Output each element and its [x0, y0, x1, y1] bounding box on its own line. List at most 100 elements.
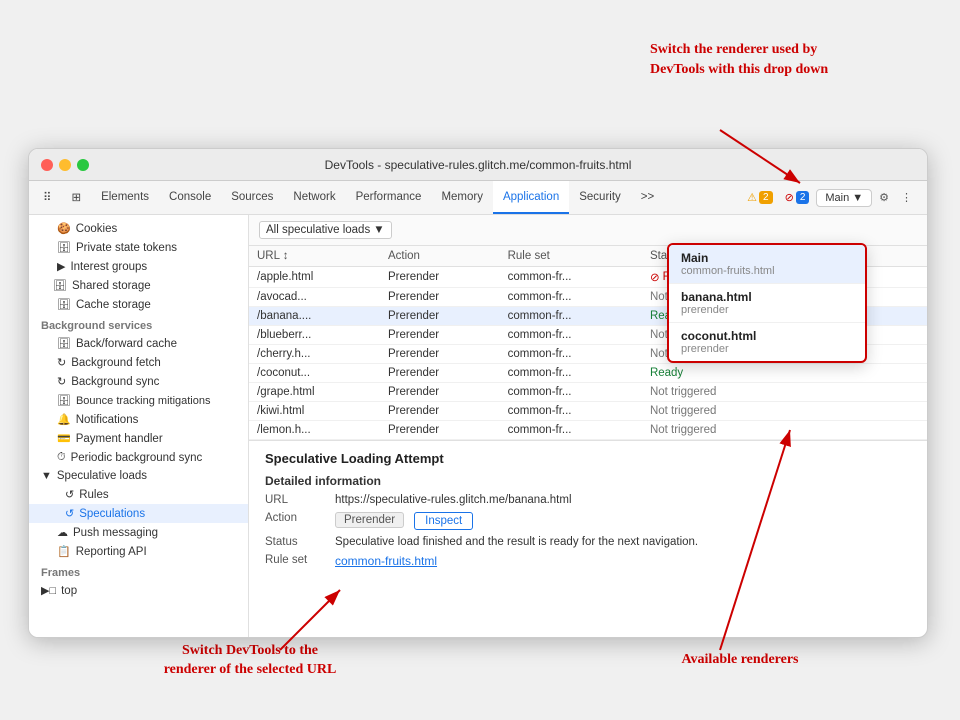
detail-label-action: Action [265, 512, 325, 524]
tab-hamburger[interactable]: ⠿ [33, 181, 61, 214]
sidebar-item-top-frame[interactable]: ▶□ top [29, 581, 248, 600]
sidebar-item-background-fetch[interactable]: ↻ Background fetch [29, 353, 248, 372]
cell-ruleset: common-fr... [500, 421, 642, 440]
sidebar-item-background-sync[interactable]: ↻ Background sync [29, 372, 248, 391]
tab-performance[interactable]: Performance [346, 181, 432, 214]
cell-action: Prerender [380, 402, 500, 421]
detail-label-ruleset: Rule set [265, 554, 325, 566]
sidebar-section-frames: Frames [29, 561, 248, 581]
tab-memory[interactable]: Memory [431, 181, 493, 214]
cell-url: /avocad... [249, 288, 380, 307]
cell-ruleset: common-fr... [500, 307, 642, 326]
sidebar-item-interest-groups[interactable]: ▶ Interest groups [29, 257, 248, 276]
tab-application[interactable]: Application [493, 181, 569, 214]
sidebar-item-back-forward[interactable]: 🗄 Back/forward cache [29, 334, 248, 353]
close-button[interactable] [41, 159, 53, 171]
tab-inspect-icon[interactable]: ⊞ [61, 181, 91, 214]
tab-elements[interactable]: Elements [91, 181, 159, 214]
cell-url: /lemon.h... [249, 421, 380, 440]
settings-icon[interactable]: ⚙ [874, 189, 894, 206]
sidebar-item-speculative-loads[interactable]: ▼ Speculative loads [29, 467, 248, 485]
col-header-action[interactable]: Action [380, 246, 500, 267]
renderer-name-coconut: coconut.html [681, 329, 853, 343]
sidebar-item-rules[interactable]: ↺ Rules [29, 485, 248, 504]
cell-ruleset: common-fr... [500, 364, 642, 383]
tab-network[interactable]: Network [283, 181, 345, 214]
detail-action-prerender: Prerender [335, 512, 404, 528]
cell-url: /apple.html [249, 267, 380, 288]
table-row[interactable]: /kiwi.htmlPrerendercommon-fr...Not trigg… [249, 402, 927, 421]
renderer-item-main[interactable]: Main common-fruits.html [669, 245, 865, 284]
annotation-bottom-left: Switch DevTools to the renderer of the s… [140, 641, 360, 680]
cell-ruleset: common-fr... [500, 402, 642, 421]
cell-action: Prerender [380, 345, 500, 364]
sidebar-item-payment-handler[interactable]: 💳 Payment handler [29, 429, 248, 448]
detail-value-url: https://speculative-rules.glitch.me/bana… [335, 494, 572, 506]
sidebar-item-cookies[interactable]: 🍪 Cookies [29, 219, 248, 238]
col-header-url[interactable]: URL ↕ [249, 246, 380, 267]
cell-action: Prerender [380, 421, 500, 440]
renderer-name-main: Main [681, 251, 853, 265]
annotation-top-right: Switch the renderer used by DevTools wit… [650, 40, 910, 79]
cell-ruleset: common-fr... [500, 288, 642, 307]
table-row[interactable]: /coconut...Prerendercommon-fr...Ready [249, 364, 927, 383]
cell-status: Not triggered [642, 402, 927, 421]
tab-console[interactable]: Console [159, 181, 221, 214]
inspect-button[interactable]: Inspect [414, 512, 473, 530]
sidebar-item-speculations[interactable]: ↺ Speculations [29, 504, 248, 523]
detail-label-status: Status [265, 536, 325, 548]
devtools-window: DevTools - speculative-rules.glitch.me/c… [28, 148, 928, 638]
main-layout: 🍪 Cookies 🗄 Private state tokens ▶ Inter… [29, 215, 927, 638]
cell-url: /grape.html [249, 383, 380, 402]
cell-url: /banana.... [249, 307, 380, 326]
title-bar: DevTools - speculative-rules.glitch.me/c… [29, 149, 927, 181]
cell-action: Prerender [380, 364, 500, 383]
detail-value-status: Speculative load finished and the result… [335, 536, 698, 548]
renderer-sub-coconut: prerender [681, 343, 853, 355]
detail-row-url: URL https://speculative-rules.glitch.me/… [265, 494, 911, 506]
table-row[interactable]: /lemon.h...Prerendercommon-fr...Not trig… [249, 421, 927, 440]
cell-action: Prerender [380, 326, 500, 345]
renderer-name-banana: banana.html [681, 290, 853, 304]
renderer-popup: Main common-fruits.html banana.html prer… [667, 243, 867, 363]
tab-bar: ⠿ ⊞ Elements Console Sources Network Per… [29, 181, 927, 215]
error-badge[interactable]: ⊘ 2 [780, 189, 815, 206]
detail-panel: Speculative Loading Attempt Detailed inf… [249, 440, 927, 638]
sidebar-item-notifications[interactable]: 🔔 Notifications [29, 410, 248, 429]
cell-action: Prerender [380, 288, 500, 307]
more-options-icon[interactable]: ⋮ [896, 189, 917, 206]
cell-ruleset: common-fr... [500, 326, 642, 345]
detail-row-action: Action Prerender Inspect [265, 512, 911, 530]
cell-action: Prerender [380, 267, 500, 288]
detail-row-ruleset: Rule set common-fruits.html [265, 554, 911, 568]
col-header-ruleset[interactable]: Rule set [500, 246, 642, 267]
minimize-button[interactable] [59, 159, 71, 171]
sidebar-item-private-state[interactable]: 🗄 Private state tokens [29, 238, 248, 257]
filter-dropdown[interactable]: All speculative loads ▼ [259, 221, 392, 239]
sidebar-item-bounce-tracking[interactable]: 🗄 Bounce tracking mitigations [29, 391, 248, 410]
warning-badge[interactable]: ⚠ 2 [742, 189, 777, 206]
sidebar-item-reporting-api[interactable]: 📋 Reporting API [29, 542, 248, 561]
sidebar-section-bg-services: Background services [29, 314, 248, 334]
filter-bar: All speculative loads ▼ [249, 215, 927, 246]
sidebar-item-periodic-sync[interactable]: ⏱ Periodic background sync [29, 448, 248, 467]
sidebar-item-push-messaging[interactable]: ☁ Push messaging [29, 523, 248, 542]
renderer-item-banana[interactable]: banana.html prerender [669, 284, 865, 323]
maximize-button[interactable] [77, 159, 89, 171]
detail-title: Speculative Loading Attempt [265, 451, 911, 466]
annotation-bottom-right: Available renderers [650, 650, 830, 670]
tab-icons: ⚠ 2 ⊘ 2 Main ▼ ⚙ ⋮ [736, 181, 923, 214]
detail-link-ruleset[interactable]: common-fruits.html [335, 554, 437, 568]
sidebar-item-cache-storage[interactable]: 🗄 Cache storage [29, 295, 248, 314]
content-area: All speculative loads ▼ URL ↕ Action Rul… [249, 215, 927, 638]
cell-url: /blueberr... [249, 326, 380, 345]
cell-status: Not triggered [642, 383, 927, 402]
window-title: DevTools - speculative-rules.glitch.me/c… [41, 158, 915, 172]
sidebar-item-shared-storage[interactable]: 🗄 Shared storage [29, 276, 248, 295]
tab-sources[interactable]: Sources [221, 181, 283, 214]
table-row[interactable]: /grape.htmlPrerendercommon-fr...Not trig… [249, 383, 927, 402]
tab-more[interactable]: >> [631, 181, 664, 214]
tab-security[interactable]: Security [569, 181, 631, 214]
renderer-item-coconut[interactable]: coconut.html prerender [669, 323, 865, 361]
renderer-dropdown-button[interactable]: Main ▼ [816, 189, 872, 207]
